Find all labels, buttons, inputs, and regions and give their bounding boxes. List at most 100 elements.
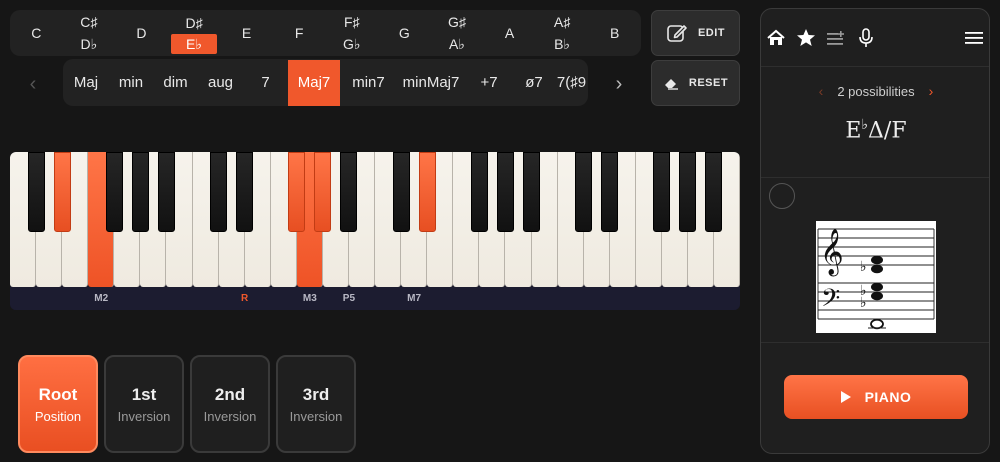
interval-strip [10, 287, 740, 310]
black-key[interactable] [157, 152, 175, 232]
black-key[interactable] [470, 152, 488, 232]
quality-bar: Maj min dim aug 7 Maj7 min7 minMaj7 +7 ø7 7(♯9 [63, 59, 588, 106]
chord-root: E [845, 118, 862, 144]
black-key[interactable] [105, 152, 123, 232]
black-key[interactable] [314, 152, 332, 232]
notation-settings-icon[interactable] [769, 183, 795, 209]
root-note-label: B [609, 25, 620, 41]
inversion-button[interactable]: 1st Inversion [104, 355, 184, 453]
quality-option[interactable]: Maj7 [288, 59, 340, 106]
quality-option[interactable]: minMaj7 [397, 60, 465, 106]
inversion-button[interactable]: 3rd Inversion [276, 355, 356, 453]
quality-option[interactable]: dim [153, 60, 198, 106]
root-note-label: F♯ [343, 14, 360, 30]
chord-suffix: Δ/F [868, 118, 907, 144]
divider [761, 177, 989, 178]
inversion-button[interactable]: Root Position [18, 355, 98, 453]
root-note-alt-label: E♭ [171, 34, 217, 54]
home-icon[interactable] [765, 27, 787, 49]
quality-next-arrow[interactable]: › [604, 70, 634, 98]
quality-option[interactable]: min7 [340, 60, 397, 106]
black-key[interactable] [288, 152, 306, 232]
root-note[interactable]: D [115, 10, 168, 56]
interval-label: P5 [342, 293, 356, 304]
black-key[interactable] [418, 152, 436, 232]
inversion-subtitle: Inversion [117, 408, 171, 424]
svg-text:♭: ♭ [860, 259, 867, 275]
root-note-alt-label: D♭ [80, 36, 98, 52]
possibility-prev-arrow[interactable]: ‹ [819, 83, 824, 99]
black-key[interactable] [679, 152, 697, 232]
inversion-subtitle: Inversion [203, 408, 257, 424]
quality-option[interactable]: ø7 [513, 60, 555, 106]
interval-label: R [241, 293, 249, 304]
root-note-label: C [31, 25, 42, 41]
menu-icon[interactable] [963, 27, 985, 49]
black-key[interactable] [53, 152, 71, 232]
staff-notation: 𝄞 𝄢 ♭ ♭ ♭ [816, 221, 936, 333]
root-note-label: E [241, 25, 252, 41]
root-note-label: G♯ [447, 14, 466, 30]
inversion-button[interactable]: 2nd Inversion [190, 355, 270, 453]
root-note-bar: C C♯ D♭ D D♯ E♭ E F F♯ G♭ G G♯ A♭ A A♯ B♭ B [10, 10, 641, 56]
inversion-subtitle: Position [34, 408, 82, 424]
chord-symbol: E♭Δ/F [761, 117, 989, 144]
app: C C♯ D♭ D D♯ E♭ E F F♯ G♭ G G♯ A♭ A A♯ B♭ B ‹ Maj min dim a… [0, 0, 1000, 462]
possibility-next-arrow[interactable]: › [929, 83, 934, 99]
inversion-title: 2nd [214, 384, 246, 404]
root-note[interactable]: F♯ G♭ [325, 10, 378, 56]
interval-label: M7 [407, 293, 422, 304]
root-note[interactable]: A♯ B♭ [536, 10, 589, 56]
quality-option[interactable]: +7 [465, 60, 513, 106]
root-note-alt-label: G♭ [343, 36, 361, 52]
black-key[interactable] [27, 152, 45, 232]
quality-option[interactable]: 7(♯9 [555, 60, 588, 106]
play-piano-button[interactable]: PIANO [784, 375, 968, 419]
pencil-icon [667, 25, 687, 42]
inversion-title: 1st [131, 384, 157, 404]
bass-clef: 𝄢 [821, 284, 840, 319]
chord-panel: ‹ 2 possibilities › E♭Δ/F 𝄞 𝄢 ♭ ♭ ♭ PIAN… [760, 8, 990, 454]
interval-label: M2 [94, 293, 109, 304]
quality-option[interactable]: Maj [63, 60, 109, 106]
black-key[interactable] [131, 152, 149, 232]
svg-text:♭: ♭ [860, 295, 867, 311]
black-key[interactable] [522, 152, 540, 232]
edit-button[interactable]: EDIT [651, 10, 740, 56]
black-key[interactable] [236, 152, 254, 232]
piano-keyboard: M2 R M3 P5 M7 [10, 152, 740, 310]
star-icon[interactable] [795, 27, 817, 49]
root-note[interactable]: C♯ D♭ [63, 10, 116, 56]
root-note-label: C♯ [80, 14, 98, 30]
quality-prev-arrow[interactable]: ‹ [18, 70, 48, 98]
root-note[interactable]: F [273, 10, 326, 56]
black-key[interactable] [705, 152, 723, 232]
quality-option[interactable]: 7 [243, 60, 288, 106]
divider [761, 342, 989, 343]
reset-button[interactable]: RESET [651, 60, 740, 106]
root-note[interactable]: G [378, 10, 431, 56]
root-note[interactable]: D♯ E♭ [168, 10, 221, 56]
black-key[interactable] [653, 152, 671, 232]
panel-toolbar [761, 9, 989, 67]
black-key[interactable] [210, 152, 228, 232]
quality-option[interactable]: min [109, 60, 153, 106]
black-key[interactable] [575, 152, 593, 232]
microphone-icon[interactable] [855, 27, 877, 49]
black-key[interactable] [496, 152, 514, 232]
edit-label: EDIT [697, 27, 726, 39]
root-note[interactable]: C [10, 10, 63, 56]
black-key[interactable] [340, 152, 358, 232]
possibilities-label: 2 possibilities [837, 83, 915, 99]
root-note[interactable]: A [483, 10, 536, 56]
black-key[interactable] [392, 152, 410, 232]
root-note[interactable]: B [588, 10, 641, 56]
root-note-alt-label: B♭ [554, 36, 571, 52]
root-note[interactable]: G♯ A♭ [431, 10, 484, 56]
quality-option[interactable]: aug [198, 60, 243, 106]
list-add-icon[interactable] [825, 27, 847, 49]
root-note[interactable]: E [220, 10, 273, 56]
black-key[interactable] [601, 152, 619, 232]
root-note-label: G [398, 25, 410, 41]
inversion-subtitle: Inversion [289, 408, 343, 424]
